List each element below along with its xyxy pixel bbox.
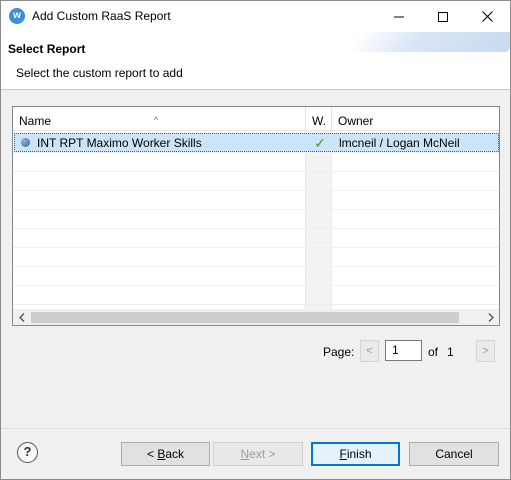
row-divider — [13, 228, 499, 229]
maximize-icon — [438, 11, 448, 22]
button-bar-divider — [1, 428, 510, 429]
back-button[interactable]: < Back — [121, 442, 210, 466]
banner-decoration — [346, 32, 510, 52]
previous-page-button[interactable]: < — [360, 340, 379, 362]
page-of-label: of — [428, 345, 439, 359]
back-rest: ack — [165, 447, 185, 461]
w-column-background — [305, 131, 331, 309]
scroll-left-button[interactable] — [13, 309, 30, 325]
finish-rest: inish — [346, 447, 372, 461]
page-total: 1 — [447, 345, 454, 359]
chevron-right-icon — [488, 312, 494, 322]
column-header-owner[interactable]: Owner — [331, 107, 499, 131]
wizard-banner: Select Report Select the custom report t… — [1, 32, 510, 89]
close-icon — [481, 11, 493, 22]
next-rest: ext > — [249, 447, 276, 461]
next-page-button[interactable]: > — [476, 340, 495, 362]
page-title: Select Report — [8, 42, 86, 56]
banner-divider — [1, 89, 510, 90]
app-icon: w — [9, 8, 25, 24]
row-divider — [13, 152, 499, 153]
title-bar[interactable]: w Add Custom RaaS Report — [1, 1, 510, 32]
next-mnemonic: N — [240, 447, 250, 461]
back-prefix: < — [146, 447, 158, 461]
window-title: Add Custom RaaS Report — [32, 9, 171, 23]
scrollbar-thumb[interactable] — [31, 312, 459, 323]
page-number-input[interactable]: 1 — [385, 340, 422, 361]
row-divider — [13, 266, 499, 267]
table-header: Name ^ W. Owner — [13, 107, 499, 131]
column-divider — [331, 131, 332, 309]
back-mnemonic: B — [157, 447, 166, 461]
row-divider — [13, 247, 499, 248]
sort-indicator-icon: ^ — [154, 115, 159, 125]
help-icon[interactable]: ? — [17, 442, 38, 463]
row-divider — [13, 209, 499, 210]
table-row[interactable]: INT RPT Maximo Worker Skills ✓ lmcneil /… — [14, 133, 499, 152]
report-table: Name ^ W. Owner INT RPT Maximo Worker Sk… — [12, 106, 500, 326]
column-header-name[interactable]: Name ^ — [13, 107, 305, 131]
report-name: INT RPT Maximo Worker Skills — [37, 136, 202, 150]
column-header-w[interactable]: W. — [305, 107, 331, 131]
minimize-icon — [394, 16, 404, 17]
check-icon: ✓ — [314, 135, 326, 151]
next-button[interactable]: Next > — [213, 442, 303, 466]
cancel-button[interactable]: Cancel — [409, 442, 499, 466]
finish-button[interactable]: Finish — [311, 442, 400, 466]
row-divider — [13, 285, 499, 286]
dialog-window: w Add Custom RaaS Report Select Report S… — [0, 0, 511, 480]
scroll-right-button[interactable] — [482, 309, 499, 325]
finish-mnemonic: F — [339, 447, 347, 461]
close-button[interactable] — [465, 1, 509, 32]
row-divider — [13, 190, 499, 191]
page-label: Page: — [323, 345, 355, 359]
row-divider — [13, 304, 499, 305]
chevron-left-icon — [18, 312, 24, 322]
report-bullet-icon — [21, 138, 30, 147]
column-divider — [305, 131, 306, 309]
minimize-button[interactable] — [377, 1, 421, 32]
report-owner: lmcneil / Logan McNeil — [339, 136, 460, 150]
horizontal-scrollbar[interactable] — [13, 309, 499, 325]
row-divider — [13, 171, 499, 172]
column-header-name-label: Name — [19, 114, 52, 128]
maximize-button[interactable] — [421, 1, 465, 32]
page-description: Select the custom report to add — [16, 66, 183, 80]
